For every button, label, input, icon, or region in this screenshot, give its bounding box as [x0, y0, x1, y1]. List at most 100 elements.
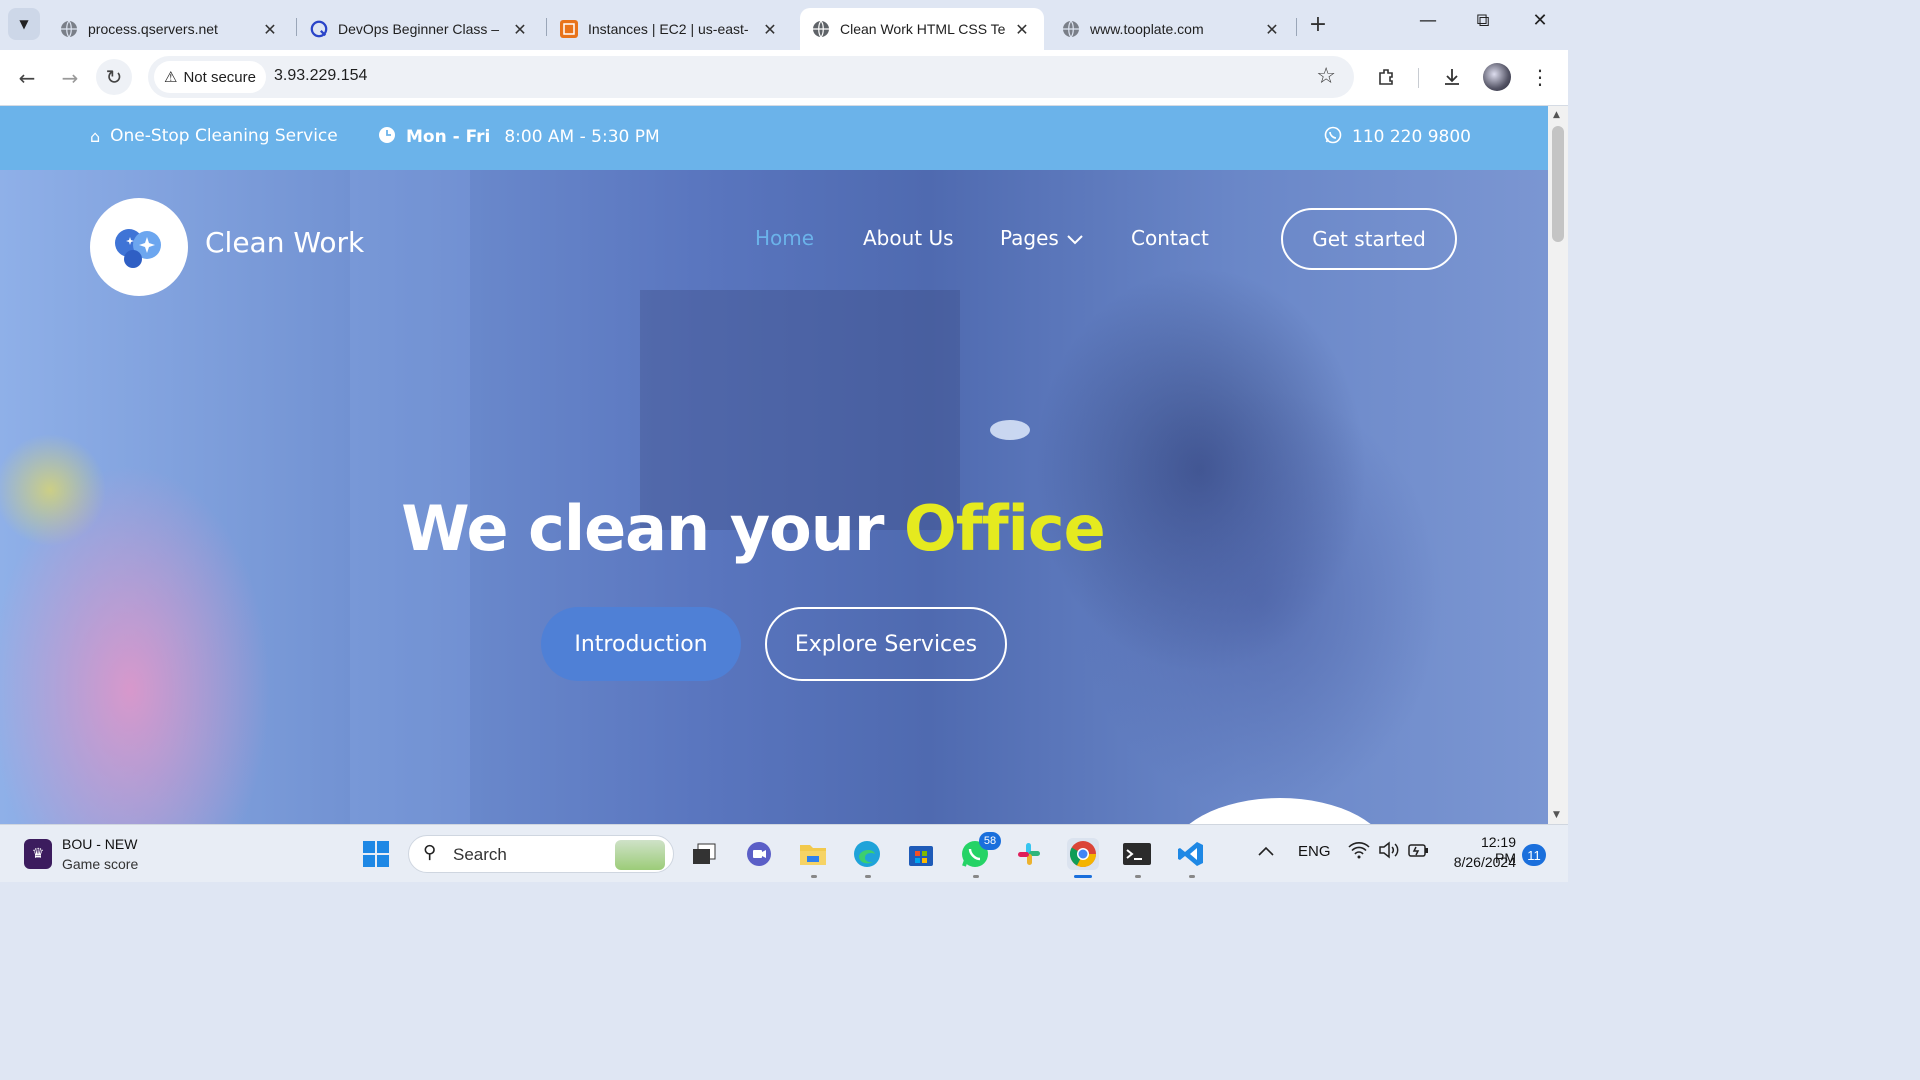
hero-headline: We clean your Office [0, 492, 1506, 565]
tab-title: Clean Work HTML CSS Te [840, 21, 1006, 37]
more-menu-icon[interactable]: ⋮ [1525, 62, 1555, 92]
language-indicator[interactable]: ENG [1298, 843, 1331, 860]
site-logo[interactable] [90, 198, 188, 296]
teams-chat-icon[interactable] [743, 838, 775, 870]
globe-icon [1062, 20, 1080, 38]
microsoft-store-icon[interactable] [905, 838, 937, 870]
brand-name[interactable]: Clean Work [205, 226, 364, 259]
get-started-button[interactable]: Get started [1281, 208, 1457, 270]
bookmark-star-icon[interactable]: ☆ [1316, 64, 1336, 89]
scroll-up-icon[interactable]: ▲ [1553, 110, 1560, 120]
widget-subtitle[interactable]: Game score [62, 856, 138, 872]
explore-services-button[interactable]: Explore Services [765, 607, 1007, 681]
security-label: Not secure [183, 68, 256, 86]
tab-process-qservers[interactable]: process.qservers.net ✕ [48, 8, 292, 50]
tab-title: Instances | EC2 | us-east- [588, 21, 749, 37]
url-text[interactable]: 3.93.229.154 [274, 67, 367, 85]
reload-icon[interactable]: ↻ [96, 59, 132, 95]
tagline-text: One-Stop Cleaning Service [110, 126, 338, 146]
chevron-down-icon: ▼ [19, 17, 29, 31]
topbar-hours: Mon - Fri 8:00 AM - 5:30 PM [378, 126, 660, 148]
wifi-icon[interactable] [1348, 841, 1370, 863]
browser-tab-strip: ▼ process.qservers.net ✕ DevOps Beginner… [0, 0, 1568, 50]
terminal-icon[interactable] [1121, 838, 1153, 870]
tab-search-button[interactable]: ▼ [8, 8, 40, 40]
days-text: Mon - Fri [406, 127, 491, 147]
scrollbar-thumb[interactable] [1552, 126, 1564, 242]
clock-date[interactable]: 8/26/2024 [1440, 854, 1516, 870]
phone-text: 110 220 9800 [1352, 127, 1471, 147]
widget-title[interactable]: BOU - NEW [62, 836, 137, 852]
topbar-phone[interactable]: 110 220 9800 [1324, 126, 1471, 148]
running-indicator [865, 875, 871, 878]
running-indicator [973, 875, 979, 878]
slack-icon[interactable] [1013, 838, 1045, 870]
nav-pages-label: Pages [1000, 226, 1059, 250]
restore-icon[interactable]: ⧉ [1469, 10, 1497, 31]
minimize-icon[interactable]: — [1414, 10, 1442, 31]
whatsapp-app-icon[interactable]: 58 [959, 832, 1001, 870]
hero-bottom-curve [1170, 798, 1390, 824]
globe-icon [812, 20, 830, 38]
tab-clean-work[interactable]: Clean Work HTML CSS Te ✕ [800, 8, 1044, 50]
nav-home[interactable]: Home [755, 226, 814, 250]
windows-taskbar: ♛ BOU - NEW Game score ⚲ Search 58 ENG 1… [0, 824, 1568, 882]
running-indicator [1189, 875, 1195, 878]
topbar-tagline: ⌂ One-Stop Cleaning Service [90, 126, 338, 146]
close-icon[interactable]: ✕ [1262, 20, 1282, 39]
tab-title: DevOps Beginner Class – [338, 21, 500, 37]
close-icon[interactable]: ✕ [1012, 20, 1032, 39]
bubbles-logo-icon [115, 229, 161, 268]
tab-separator [1296, 18, 1297, 36]
search-icon: ⚲ [423, 842, 437, 863]
site-info-chip[interactable]: ⚠ Not secure [154, 61, 266, 93]
vscode-icon[interactable] [1175, 838, 1207, 870]
hero-section: Clean Work Home About Us Pages Contact G… [0, 170, 1548, 824]
page-scrollbar[interactable]: ▲ ▼ [1548, 106, 1568, 824]
windows-start-icon[interactable] [360, 838, 392, 870]
profile-avatar[interactable] [1483, 63, 1511, 91]
volume-icon[interactable] [1378, 841, 1400, 863]
tab-ec2-instances[interactable]: Instances | EC2 | us-east- ✕ [548, 8, 792, 50]
edge-browser-icon[interactable] [851, 838, 883, 870]
window-close-icon[interactable]: ✕ [1526, 10, 1554, 31]
back-arrow-icon[interactable]: ← [9, 60, 45, 96]
whatsapp-icon [1324, 126, 1342, 148]
search-label: Search [453, 845, 507, 864]
close-icon[interactable]: ✕ [260, 20, 280, 39]
tab-tooplate[interactable]: www.tooplate.com ✕ [1050, 8, 1294, 50]
battery-icon[interactable] [1407, 841, 1431, 863]
hours-text: 8:00 AM - 5:30 PM [504, 127, 660, 147]
chevron-down-icon [1067, 226, 1083, 250]
download-icon[interactable] [1437, 62, 1467, 92]
clock-icon [378, 126, 396, 148]
aws-icon [560, 20, 578, 38]
headline-accent: Office [904, 492, 1106, 565]
chevron-up-icon[interactable] [1258, 843, 1274, 860]
search-highlight-image [615, 840, 665, 870]
hero-background-shape [990, 420, 1030, 440]
extensions-icon[interactable] [1372, 62, 1402, 92]
tab-separator [296, 18, 297, 36]
close-icon[interactable]: ✕ [510, 20, 530, 39]
headline-main: We clean your [401, 492, 884, 565]
scroll-down-icon[interactable]: ▼ [1553, 810, 1560, 820]
tab-devops-class[interactable]: DevOps Beginner Class – ✕ [298, 8, 542, 50]
premier-league-icon[interactable]: ♛ [24, 839, 52, 869]
address-bar[interactable]: ⚠ Not secure 3.93.229.154 ☆ [148, 56, 1354, 98]
nav-about[interactable]: About Us [863, 226, 954, 250]
task-view-icon[interactable] [688, 838, 720, 870]
taskbar-search[interactable]: ⚲ Search [408, 835, 674, 873]
notification-count[interactable]: 11 [1522, 844, 1546, 866]
nav-pages[interactable]: Pages [1000, 226, 1083, 250]
running-indicator [1135, 875, 1141, 878]
chrome-icon[interactable] [1067, 838, 1099, 870]
nav-contact[interactable]: Contact [1131, 226, 1209, 250]
forward-arrow-icon[interactable]: → [52, 60, 88, 96]
introduction-button[interactable]: Introduction [541, 607, 741, 681]
tab-title: process.qservers.net [88, 21, 218, 37]
new-tab-button[interactable]: + [1304, 12, 1332, 37]
file-explorer-icon[interactable] [797, 838, 829, 870]
whatsapp-badge: 58 [979, 832, 1001, 850]
close-icon[interactable]: ✕ [760, 20, 780, 39]
